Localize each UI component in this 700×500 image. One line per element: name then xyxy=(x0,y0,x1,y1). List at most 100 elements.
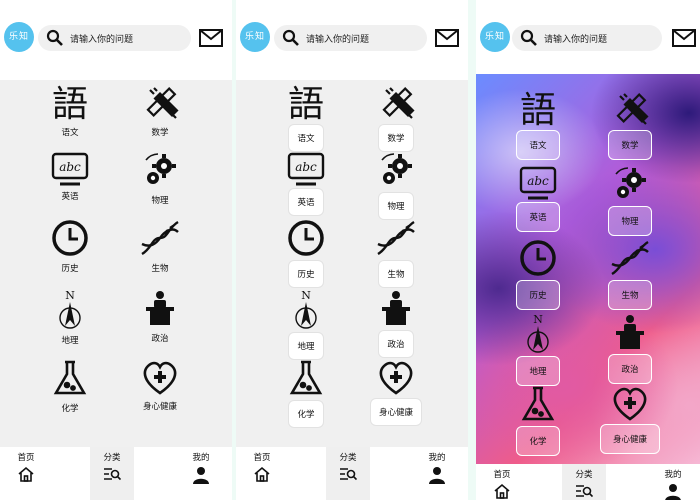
subject-item[interactable]: 身心健康 xyxy=(356,358,436,426)
search-bar[interactable]: 请输入你的问题 xyxy=(512,25,662,51)
tab-home[interactable]: 首页 xyxy=(6,447,46,500)
app-logo[interactable]: 乐知 xyxy=(4,22,34,52)
app-logo[interactable]: 乐知 xyxy=(240,22,270,52)
flask-icon xyxy=(266,358,346,398)
subject-item[interactable]: 語语文 xyxy=(30,82,110,138)
screenshot-stage: 乐知 请输入你的问题語语文 数学 abc 英语 物理 历史 生物 N 地理 政治 化学 身心健康 首页 分类… xyxy=(0,0,700,500)
mail-icon[interactable] xyxy=(199,29,223,47)
app-logo[interactable]: 乐知 xyxy=(480,22,510,52)
subject-item[interactable]: 物理 xyxy=(590,164,670,236)
subject-label: 身心健康 xyxy=(142,402,177,412)
search-bar[interactable]: 请输入你的问题 xyxy=(38,25,191,51)
home-icon xyxy=(6,466,46,482)
tab-category[interactable]: 分类 xyxy=(90,447,134,500)
subject-item[interactable]: 政治 xyxy=(590,312,670,384)
svg-text:abc: abc xyxy=(59,160,81,174)
screen-glass: 乐知 请输入你的问题語语文 数学 abc 英语 物理 历史 生物 N 地理 政治 化学 身心健康 首页 分类… xyxy=(476,0,700,500)
subject-label: 物理 xyxy=(151,196,169,206)
podium-icon xyxy=(590,312,670,352)
heart-plus-icon xyxy=(356,358,436,396)
flask-icon xyxy=(498,384,578,424)
svg-text:語: 語 xyxy=(520,90,556,128)
svg-text:abc: abc xyxy=(295,160,317,174)
subject-label: 语文 xyxy=(61,128,79,138)
mail-icon[interactable] xyxy=(435,29,459,47)
subject-grid-area: 語语文数学 abc 英语 物理历史 生物 N 地理 政治化学 身心健康 xyxy=(0,80,232,447)
subject-label: 数学 xyxy=(378,124,414,152)
subject-item[interactable]: 历史 xyxy=(266,218,346,288)
mail-icon[interactable] xyxy=(672,29,696,47)
subject-item[interactable]: 生物 xyxy=(590,238,670,310)
subject-item[interactable]: 政治 xyxy=(120,288,200,344)
subject-label: 地理 xyxy=(61,336,79,346)
home-icon xyxy=(242,466,282,482)
subject-label: 化学 xyxy=(288,400,324,428)
subject-item[interactable]: 身心健康 xyxy=(590,384,670,454)
subject-label: 数学 xyxy=(151,128,169,138)
subject-label: 历史 xyxy=(288,260,324,288)
gutter xyxy=(468,0,476,500)
tab-mine-label: 我的 xyxy=(192,453,210,463)
user-icon xyxy=(416,466,458,484)
gears-icon xyxy=(356,150,436,190)
subject-grid-area: 語语文 数学 abc 英语 物理 历史 生物 N 地理 政治 化学 身心健康 xyxy=(476,74,700,464)
subject-item[interactable]: abc 英语 xyxy=(266,150,346,216)
subject-label: 数学 xyxy=(608,130,652,160)
subject-item[interactable]: 化学 xyxy=(266,358,346,428)
subject-label: 身心健康 xyxy=(599,424,660,454)
subject-grid: 語语文数学 abc 英语 物理历史 生物 N 地理 政治化学 身心健康 xyxy=(236,80,468,447)
subject-item[interactable]: abc 英语 xyxy=(30,150,110,202)
subject-item[interactable]: abc 英语 xyxy=(498,164,578,232)
top-bar: 乐知 请输入你的问题 xyxy=(236,0,468,80)
subject-item[interactable]: 历史 xyxy=(30,218,110,274)
tab-mine[interactable]: 我的 xyxy=(180,447,222,500)
subject-item[interactable]: 物理 xyxy=(356,150,436,220)
subject-label: 化学 xyxy=(61,404,79,414)
svg-text:N: N xyxy=(65,289,75,302)
abc-board-icon: abc xyxy=(266,150,346,186)
tab-home[interactable]: 首页 xyxy=(242,447,282,500)
tab-category[interactable]: 分类 xyxy=(562,464,606,500)
subject-item[interactable]: 生物 xyxy=(120,218,200,274)
tab-category-label: 分类 xyxy=(575,470,593,480)
subject-item[interactable]: 历史 xyxy=(498,238,578,310)
search-placeholder: 请输入你的问题 xyxy=(544,34,608,45)
search-bar[interactable]: 请输入你的问题 xyxy=(274,25,427,51)
subject-item[interactable]: 化学 xyxy=(30,358,110,414)
category-search-icon xyxy=(562,483,606,499)
subject-label: 地理 xyxy=(516,356,560,386)
compass-north-icon: N xyxy=(498,312,578,354)
search-icon xyxy=(46,29,64,47)
subject-item[interactable]: 生物 xyxy=(356,218,436,288)
subject-item[interactable]: 数学 xyxy=(120,82,200,138)
podium-icon xyxy=(120,288,200,328)
tab-mine[interactable]: 我的 xyxy=(652,464,694,500)
subject-item[interactable]: N 地理 xyxy=(30,288,110,346)
tab-home[interactable]: 首页 xyxy=(482,464,522,500)
subject-item[interactable]: 政治 xyxy=(356,288,436,358)
subject-label: 英语 xyxy=(61,192,79,202)
subject-item[interactable]: 物理 xyxy=(120,150,200,206)
subject-label: 生物 xyxy=(378,260,414,288)
tab-category[interactable]: 分类 xyxy=(326,447,370,500)
subject-label: 历史 xyxy=(516,280,560,310)
subject-item[interactable]: 化学 xyxy=(498,384,578,456)
tab-mine-label: 我的 xyxy=(428,453,446,463)
tab-mine[interactable]: 我的 xyxy=(416,447,458,500)
subject-item[interactable]: 語语文 xyxy=(498,88,578,160)
category-search-icon xyxy=(326,466,370,482)
subject-label: 历史 xyxy=(61,264,79,274)
search-placeholder: 请输入你的问题 xyxy=(306,34,370,45)
user-icon xyxy=(652,483,694,500)
subject-item[interactable]: N 地理 xyxy=(266,288,346,360)
subject-label: 政治 xyxy=(151,334,169,344)
subject-item[interactable]: N 地理 xyxy=(498,312,578,386)
tab-category-label: 分类 xyxy=(103,453,121,463)
subject-item[interactable]: 数学 xyxy=(590,88,670,160)
subject-item[interactable]: 身心健康 xyxy=(120,358,200,412)
subject-item[interactable]: 数学 xyxy=(356,82,436,152)
subject-item[interactable]: 語语文 xyxy=(266,82,346,152)
subject-grid: 語语文 数学 abc 英语 物理 历史 生物 N 地理 政治 化学 身心健康 xyxy=(476,74,700,464)
clock-icon xyxy=(30,218,110,258)
bottom-nav: 首页 分类 我的 xyxy=(0,447,232,500)
